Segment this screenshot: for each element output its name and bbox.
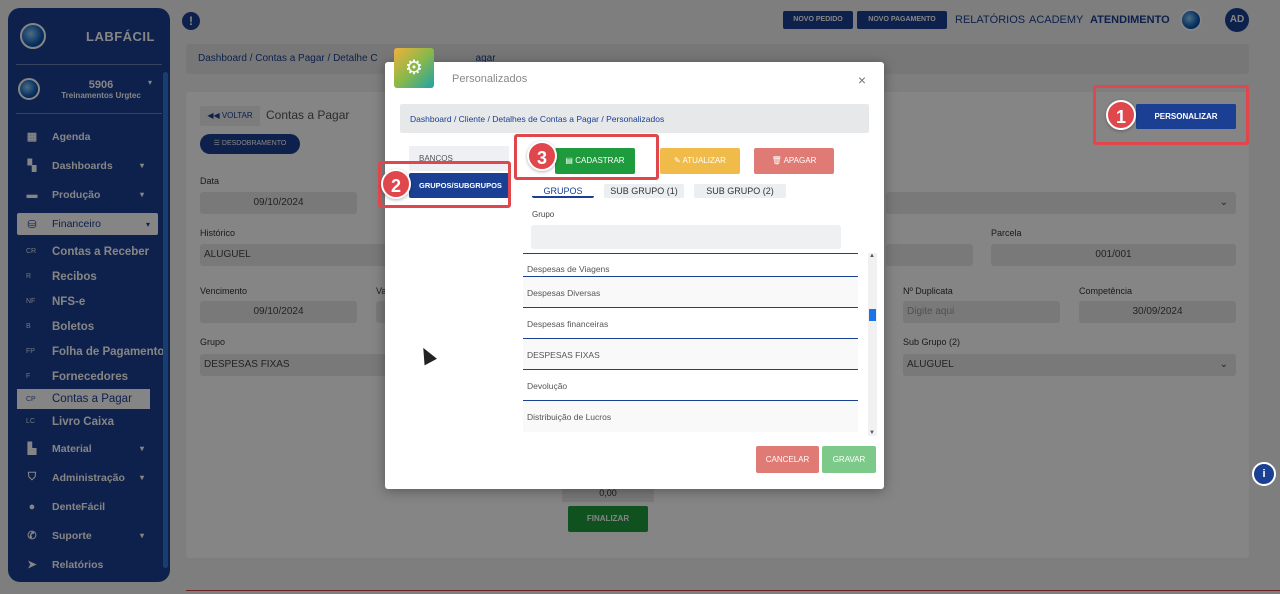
subtab-sub-grupo-2[interactable]: SUB GRUPO (2): [694, 184, 786, 198]
atualizar-button[interactable]: ✎ ATUALIZAR: [660, 148, 740, 174]
help-icon[interactable]: i: [1252, 462, 1276, 486]
edit-icon: ✎: [674, 156, 681, 165]
cancelar-button[interactable]: CANCELAR: [756, 446, 819, 473]
list-item[interactable]: Despesas Diversas: [523, 277, 858, 308]
grupo-input[interactable]: [531, 225, 841, 249]
close-icon[interactable]: ×: [858, 72, 866, 88]
list-item[interactable]: Despesas de Viagens: [523, 253, 858, 277]
gears-icon: ⚙: [394, 48, 434, 88]
list-item[interactable]: Despesas financeiras: [523, 308, 858, 339]
step-badge-1: 1: [1106, 100, 1136, 130]
scroll-thumb[interactable]: [869, 309, 876, 321]
apagar-button[interactable]: 🗑 APAGAR: [754, 148, 834, 174]
list-item[interactable]: Distribuição de Lucros: [523, 401, 858, 432]
atualizar-label: ATUALIZAR: [682, 156, 726, 165]
gravar-button[interactable]: GRAVAR: [822, 446, 876, 473]
list-item[interactable]: Devolução: [523, 370, 858, 401]
list-item[interactable]: DESPESAS FIXAS: [523, 339, 858, 370]
apagar-label: APAGAR: [783, 156, 817, 165]
subtab-sub-grupo-1[interactable]: SUB GRUPO (1): [604, 184, 684, 198]
scroll-up-icon[interactable]: ▲: [869, 253, 875, 259]
modal-title: Personalizados: [452, 73, 528, 85]
modal-breadcrumb[interactable]: Dashboard / Cliente / Detalhes de Contas…: [400, 104, 869, 133]
personalizados-modal: ⚙ Personalizados × Dashboard / Cliente /…: [385, 48, 884, 489]
list-scrollbar[interactable]: ▲ ▼: [868, 253, 877, 436]
step-badge-2: 2: [381, 169, 411, 199]
trash-icon: 🗑: [771, 156, 782, 165]
subtab-grupos[interactable]: GRUPOS: [532, 184, 594, 198]
scroll-down-icon[interactable]: ▼: [869, 430, 875, 436]
grupo-input-label: Grupo: [532, 210, 555, 219]
grupos-list: Despesas de Viagens Despesas Diversas De…: [523, 253, 858, 436]
step-badge-3: 3: [527, 141, 557, 171]
